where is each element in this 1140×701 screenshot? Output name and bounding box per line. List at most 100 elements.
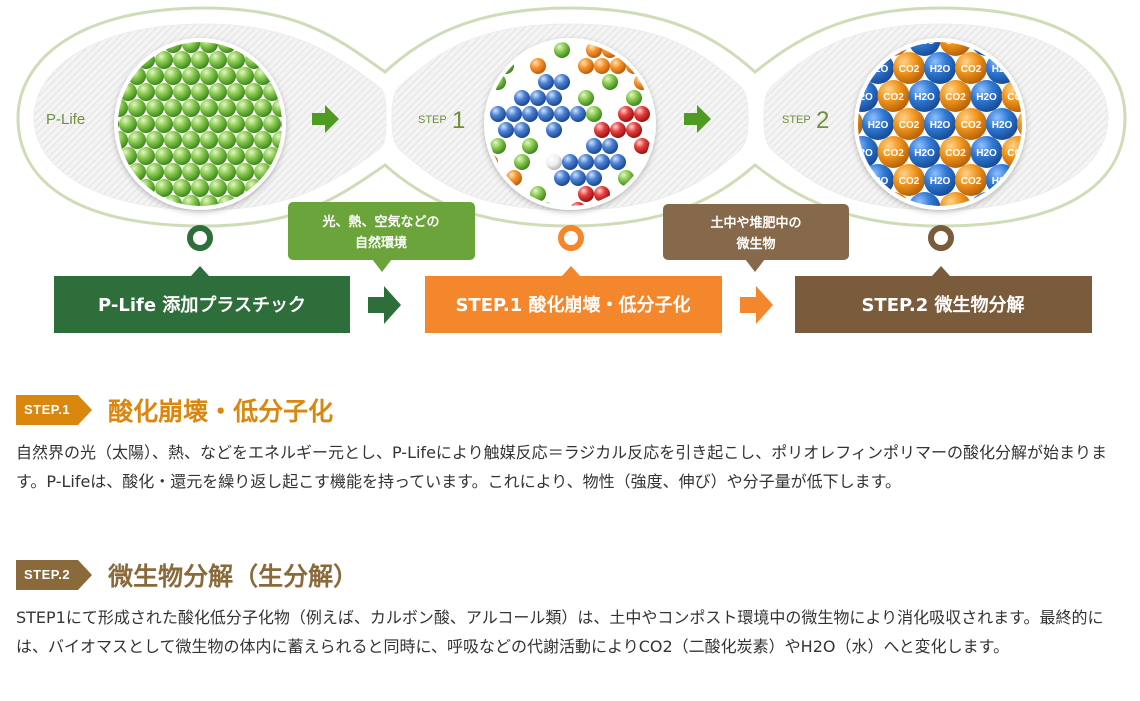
green-ball bbox=[200, 163, 218, 181]
blue-ball bbox=[546, 90, 562, 106]
green-ball bbox=[626, 90, 642, 106]
green-ball bbox=[236, 99, 254, 117]
red-ball bbox=[634, 106, 650, 122]
green-ball bbox=[218, 99, 236, 117]
green-ball bbox=[128, 99, 146, 117]
blue-ball bbox=[546, 122, 562, 138]
ring-marker-step2 bbox=[928, 225, 954, 251]
step2-title: 微生物分解（生分解） bbox=[108, 562, 359, 591]
label-step1-num: 1 bbox=[452, 107, 465, 134]
blue-ball bbox=[554, 106, 570, 122]
co2-label: CO2 bbox=[899, 232, 920, 243]
co2-label: CO2 bbox=[899, 176, 920, 187]
step1-section: STEP.1 酸化崩壊・低分子化 自然界の光（太陽）、熱、などをエネルギー元とし… bbox=[16, 392, 1126, 496]
ring-marker-step1 bbox=[558, 225, 584, 251]
h2o-label: H2O bbox=[976, 148, 997, 159]
step2-badge: STEP.2 bbox=[16, 560, 93, 590]
green-ball bbox=[200, 131, 218, 149]
blue-ball bbox=[490, 106, 506, 122]
green-ball bbox=[164, 163, 182, 181]
step2-badge-label: STEP.2 bbox=[16, 560, 79, 590]
blue-ball bbox=[514, 122, 530, 138]
step1-badge-label: STEP.1 bbox=[16, 395, 79, 425]
co2-label: CO2 bbox=[899, 64, 920, 75]
h2o-molecule bbox=[800, 0, 832, 28]
green-ball bbox=[146, 99, 164, 117]
green-ball bbox=[137, 147, 155, 165]
green-ball bbox=[254, 131, 272, 149]
orange-ball bbox=[594, 58, 610, 74]
flow-arrow-icon bbox=[368, 286, 401, 324]
green-ball bbox=[137, 115, 155, 133]
green-ball bbox=[245, 115, 263, 133]
h2o-label: H2O bbox=[930, 120, 951, 131]
red-ball bbox=[618, 106, 634, 122]
red-ball bbox=[626, 122, 642, 138]
step1-title: 酸化崩壊・低分子化 bbox=[108, 397, 334, 426]
green-ball bbox=[182, 163, 200, 181]
orange-ball bbox=[530, 58, 546, 74]
red-ball bbox=[578, 186, 594, 202]
green-ball bbox=[586, 106, 602, 122]
svg-text:STEP.2 微生物分解: STEP.2 微生物分解 bbox=[861, 294, 1024, 316]
green-ball bbox=[191, 179, 209, 197]
green-ball bbox=[164, 67, 182, 85]
green-ball bbox=[182, 99, 200, 117]
green-ball bbox=[191, 83, 209, 101]
green-ball bbox=[155, 83, 173, 101]
green-ball bbox=[146, 163, 164, 181]
co2-label: CO2 bbox=[1023, 232, 1044, 243]
green-ball bbox=[245, 147, 263, 165]
green-ball bbox=[83, 211, 101, 229]
green-ball bbox=[245, 83, 263, 101]
green-ball bbox=[173, 83, 191, 101]
blue-ball bbox=[554, 74, 570, 90]
co2-molecule bbox=[1017, 220, 1049, 252]
red-ball bbox=[610, 122, 626, 138]
svg-text:自然環境: 自然環境 bbox=[355, 235, 407, 251]
h2o-label: H2O bbox=[868, 232, 889, 243]
h2o-molecule bbox=[1048, 220, 1080, 252]
green-ball bbox=[137, 83, 155, 101]
h2o-label: H2O bbox=[806, 8, 827, 19]
green-ball bbox=[236, 131, 254, 149]
label-step2-num: 2 bbox=[816, 107, 829, 134]
green-ball bbox=[522, 138, 538, 154]
green-ball bbox=[209, 83, 227, 101]
green-ball bbox=[128, 131, 146, 149]
blue-ball bbox=[570, 170, 586, 186]
h2o-label: H2O bbox=[930, 64, 951, 75]
green-ball bbox=[209, 115, 227, 133]
green-ball bbox=[191, 51, 209, 69]
green-ball bbox=[209, 179, 227, 197]
green-ball bbox=[227, 83, 245, 101]
co2-label: CO2 bbox=[945, 148, 966, 159]
flow-arrow-icon bbox=[740, 286, 773, 324]
blue-ball bbox=[562, 154, 578, 170]
box-step2: STEP.2 微生物分解 bbox=[795, 266, 1092, 333]
svg-text:STEP.1 酸化崩壊・低分子化: STEP.1 酸化崩壊・低分子化 bbox=[455, 294, 690, 316]
svg-text:光、熱、空気などの: 光、熱、空気などの bbox=[321, 214, 439, 230]
blue-ball bbox=[506, 106, 522, 122]
h2o-label: H2O bbox=[992, 232, 1013, 243]
h2o-label: H2O bbox=[914, 148, 935, 159]
green-ball bbox=[164, 99, 182, 117]
green-ball bbox=[182, 67, 200, 85]
svg-text:微生物: 微生物 bbox=[735, 236, 775, 252]
green-ball bbox=[155, 147, 173, 165]
blue-ball bbox=[578, 154, 594, 170]
green-ball bbox=[263, 115, 281, 133]
ring-marker-plife bbox=[187, 225, 213, 251]
blue-ball bbox=[586, 170, 602, 186]
blue-ball bbox=[530, 90, 546, 106]
h2o-label: H2O bbox=[976, 92, 997, 103]
green-ball bbox=[191, 147, 209, 165]
green-ball bbox=[236, 67, 254, 85]
green-ball bbox=[514, 154, 530, 170]
h2o-molecule bbox=[1048, 0, 1080, 28]
h2o-label: H2O bbox=[930, 176, 951, 187]
green-ball bbox=[146, 67, 164, 85]
co2-label: CO2 bbox=[1069, 204, 1090, 215]
blue-ball bbox=[602, 138, 618, 154]
label-step2: STEP bbox=[782, 114, 811, 126]
